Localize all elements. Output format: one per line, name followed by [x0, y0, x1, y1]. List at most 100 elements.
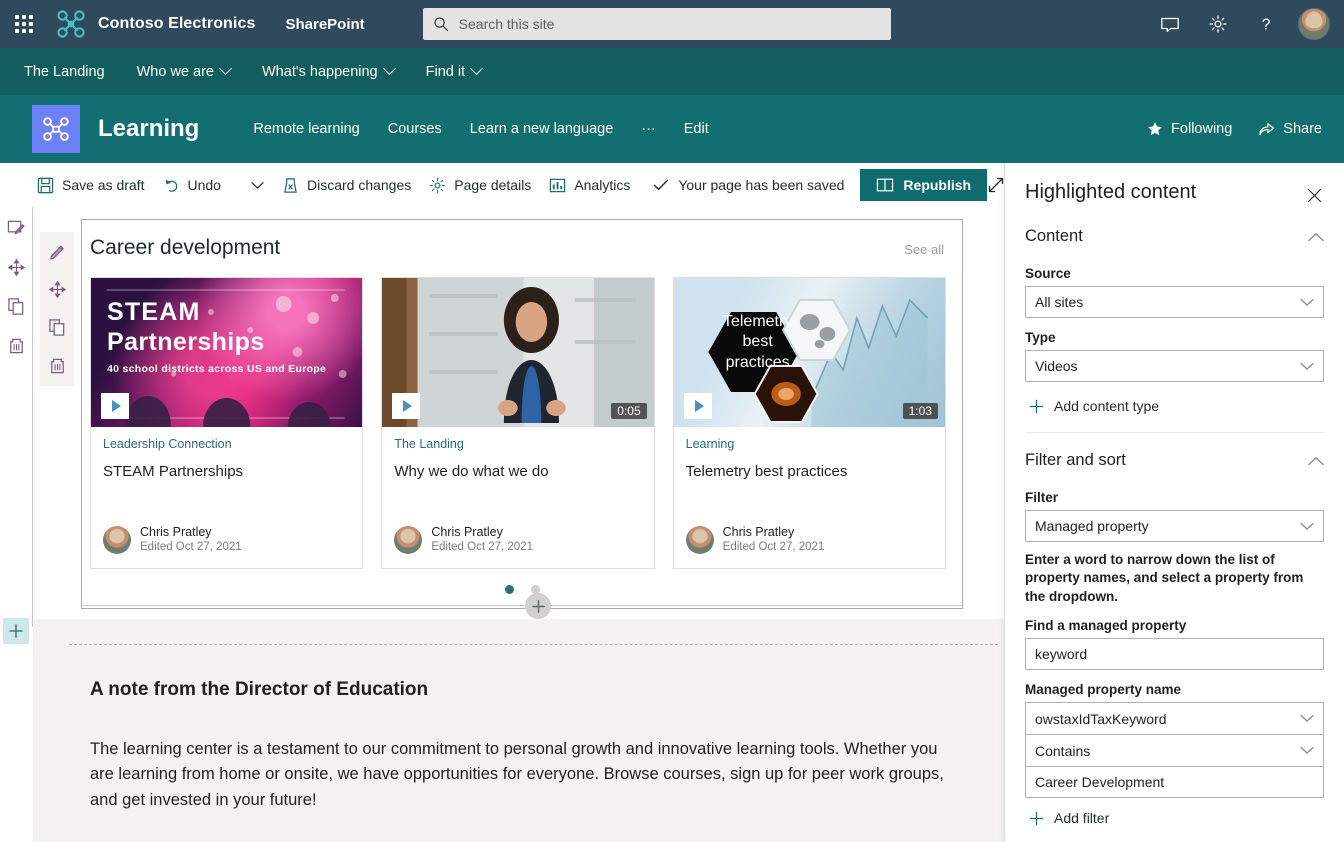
highlighted-content-webpart[interactable]: Career development See all STEAM Partner…: [81, 219, 963, 609]
thumbnail-subheading: best: [742, 333, 773, 351]
card-author-name: Chris Pratley: [722, 524, 795, 539]
see-all-link[interactable]: See all: [904, 242, 944, 257]
site-logo-icon[interactable]: [32, 105, 80, 153]
close-icon[interactable]: [1300, 181, 1328, 209]
filter-value-input[interactable]: Career Development: [1025, 766, 1324, 799]
check-icon: [653, 178, 669, 192]
sharepoint-page: Contoso Electronics SharePoint Search th…: [0, 0, 1344, 842]
card-title[interactable]: Telemetry best practices: [686, 463, 933, 482]
search-input[interactable]: [456, 15, 881, 33]
card-body: Learning Telemetry best practices Chris …: [674, 427, 945, 568]
managed-property-name-dropdown[interactable]: owstaxIdTaxKeyword: [1025, 702, 1324, 735]
search-box[interactable]: [422, 8, 891, 40]
property-pane-header: Highlighted content: [1005, 163, 1344, 209]
property-pane-title: Highlighted content: [1025, 181, 1197, 203]
add-filter-label: Add filter: [1054, 810, 1110, 827]
canvas-sections: Career development See all STEAM Partner…: [33, 207, 1004, 842]
chevron-down-icon: [1300, 362, 1314, 371]
card-site-name[interactable]: Learning: [686, 437, 933, 451]
site-header: Learning Remote learning Courses Learn a…: [0, 95, 1344, 163]
add-content-type-label: Add content type: [1054, 398, 1160, 414]
site-nav-item-courses[interactable]: Courses: [374, 121, 456, 137]
undo-button[interactable]: Undo: [154, 163, 230, 207]
chevron-down-icon: [470, 62, 483, 76]
carousel-dot-1[interactable]: [504, 585, 514, 594]
card-title[interactable]: Why we do what we do: [394, 463, 641, 482]
content-card[interactable]: Telemetry best practices 1:03 Learning T…: [672, 277, 946, 569]
filter-sort-group-header[interactable]: Filter and sort: [1025, 433, 1324, 478]
site-nav-item-remote-learning[interactable]: Remote learning: [239, 121, 373, 137]
expand-button[interactable]: [987, 163, 1005, 207]
card-thumbnail-steam[interactable]: STEAM Partnerships 40 school districts a…: [91, 278, 363, 427]
save-icon: [37, 177, 54, 194]
play-icon[interactable]: [101, 393, 129, 419]
hub-nav-item-the-landing[interactable]: The Landing: [24, 64, 105, 80]
gear-icon[interactable]: [1196, 0, 1240, 48]
hub-nav-item-find-it[interactable]: Find it: [425, 62, 483, 80]
save-as-draft-button[interactable]: Save as draft: [28, 163, 154, 207]
play-icon[interactable]: [683, 393, 712, 419]
content-group-header[interactable]: Content: [1025, 209, 1324, 254]
card-author: Chris Pratley Edited Oct 27, 2021: [685, 524, 933, 556]
card-thumbnail-telemetry[interactable]: Telemetry best practices 1:03: [673, 278, 945, 427]
republish-button[interactable]: Republish: [860, 169, 988, 201]
card-site-name[interactable]: The Landing: [394, 437, 641, 451]
page-content-canvas: Career development See all STEAM Partner…: [0, 207, 1004, 842]
filter-operator-dropdown[interactable]: Contains: [1025, 734, 1324, 767]
play-icon[interactable]: [392, 393, 421, 419]
analytics-button[interactable]: Analytics: [540, 163, 639, 207]
managed-property-name-value: owstaxIdTaxKeyword: [1035, 710, 1167, 727]
content-card[interactable]: 0:05 The Landing Why we do what we do Ch…: [381, 277, 655, 569]
add-content-type-button[interactable]: Add content type: [1025, 386, 1324, 418]
app-launcher-button[interactable]: [0, 0, 48, 48]
discard-changes-button[interactable]: Discard changes: [273, 163, 420, 207]
undo-dropdown-button[interactable]: [242, 163, 273, 207]
share-button[interactable]: Share: [1258, 121, 1322, 137]
discard-icon: [282, 177, 299, 194]
avatar[interactable]: [1298, 8, 1330, 40]
page-details-button[interactable]: Page details: [420, 163, 540, 207]
content-group-title: Content: [1025, 227, 1083, 245]
find-managed-property-input[interactable]: keyword: [1025, 638, 1324, 671]
card-thumbnail-presenter[interactable]: 0:05: [382, 278, 654, 427]
property-pane-body: Content Source All sites Type Videos Add…: [1005, 209, 1344, 842]
move-section-icon[interactable]: [3, 254, 29, 280]
card-title[interactable]: STEAM Partnerships: [103, 463, 350, 482]
star-icon: [1147, 121, 1163, 137]
share-icon: [1258, 121, 1275, 137]
site-nav-edit-button[interactable]: Edit: [670, 121, 723, 137]
following-button[interactable]: Following: [1147, 121, 1232, 137]
save-status-label: Your page has been saved: [678, 177, 845, 193]
feedback-icon[interactable]: [1148, 0, 1192, 48]
edit-section-icon[interactable]: [3, 215, 29, 241]
hub-nav-item-who-we-are[interactable]: Who we are: [137, 62, 232, 80]
source-dropdown[interactable]: All sites: [1025, 286, 1324, 318]
text-webpart[interactable]: A note from the Director of Education Th…: [90, 679, 964, 813]
card-body: The Landing Why we do what we do Chris P…: [382, 427, 653, 568]
chevron-down-icon: [382, 62, 396, 76]
hub-nav-item-whats-happening[interactable]: What's happening: [262, 62, 396, 80]
waffle-icon: [15, 15, 33, 33]
chevron-down-icon: [1300, 714, 1314, 723]
text-section: A note from the Director of Education Th…: [33, 619, 1004, 842]
card-site-name[interactable]: Leadership Connection: [103, 437, 350, 451]
webpart-header: Career development See all: [82, 220, 962, 260]
help-icon[interactable]: ?: [1244, 0, 1288, 48]
duplicate-section-icon[interactable]: [3, 293, 29, 319]
add-filter-button[interactable]: Add filter: [1025, 798, 1324, 830]
card-edited-date: Edited Oct 27, 2021: [140, 541, 242, 554]
site-header-actions: Following Share: [1147, 121, 1344, 137]
content-card[interactable]: STEAM Partnerships 40 school districts a…: [90, 277, 364, 569]
add-webpart-button[interactable]: [525, 593, 551, 619]
site-nav-overflow-button[interactable]: ···: [627, 121, 670, 137]
type-dropdown[interactable]: Videos: [1025, 350, 1324, 382]
hub-nav-label: Find it: [425, 63, 466, 80]
thumbnail-caption: practices: [725, 353, 790, 371]
publish-icon: [876, 177, 894, 193]
add-section-button[interactable]: [3, 618, 29, 644]
filter-dropdown[interactable]: Managed property: [1025, 510, 1324, 542]
site-nav-item-learn-a-new-language[interactable]: Learn a new language: [456, 121, 628, 137]
delete-section-icon[interactable]: [3, 332, 29, 358]
site-navigation: Remote learning Courses Learn a new lang…: [239, 121, 722, 137]
chevron-down-icon: [1300, 298, 1314, 307]
